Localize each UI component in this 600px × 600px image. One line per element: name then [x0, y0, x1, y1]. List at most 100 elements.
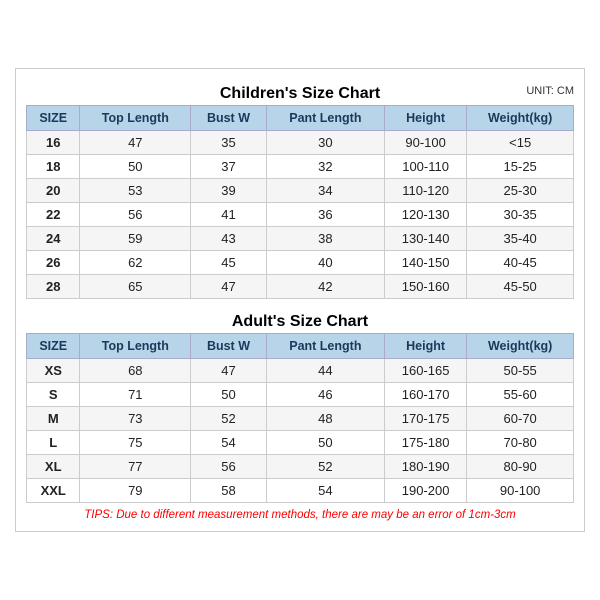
- table-cell: 160-165: [384, 359, 466, 383]
- chart-container: Children's Size Chart UNIT: CM SIZE Top …: [15, 68, 585, 532]
- table-cell: 90-100: [384, 131, 466, 155]
- table-cell: 35: [191, 131, 267, 155]
- table-cell: 54: [266, 479, 384, 503]
- adult-col-bust-w: Bust W: [191, 334, 267, 359]
- table-cell: 47: [191, 359, 267, 383]
- table-cell: 120-130: [384, 203, 466, 227]
- table-cell: 18: [27, 155, 80, 179]
- table-cell: <15: [467, 131, 574, 155]
- table-cell: 39: [191, 179, 267, 203]
- table-cell: 55-60: [467, 383, 574, 407]
- unit-label: UNIT: CM: [526, 85, 574, 97]
- children-size-table: SIZE Top Length Bust W Pant Length Heigh…: [26, 105, 574, 299]
- table-cell: 77: [80, 455, 191, 479]
- table-cell: 190-200: [384, 479, 466, 503]
- table-cell: 75: [80, 431, 191, 455]
- table-cell: 65: [80, 275, 191, 299]
- table-cell: 56: [80, 203, 191, 227]
- children-col-weight: Weight(kg): [467, 106, 574, 131]
- table-row: 18503732100-11015-25: [27, 155, 574, 179]
- table-cell: 41: [191, 203, 267, 227]
- table-row: S715046160-17055-60: [27, 383, 574, 407]
- table-cell: L: [27, 431, 80, 455]
- table-cell: 175-180: [384, 431, 466, 455]
- table-cell: 47: [80, 131, 191, 155]
- table-cell: 150-160: [384, 275, 466, 299]
- table-cell: 43: [191, 227, 267, 251]
- adult-col-height: Height: [384, 334, 466, 359]
- adult-col-weight: Weight(kg): [467, 334, 574, 359]
- table-cell: XL: [27, 455, 80, 479]
- table-cell: 52: [266, 455, 384, 479]
- table-cell: 42: [266, 275, 384, 299]
- children-section-title: Children's Size Chart UNIT: CM: [26, 79, 574, 105]
- table-cell: 79: [80, 479, 191, 503]
- table-cell: 54: [191, 431, 267, 455]
- table-cell: 160-170: [384, 383, 466, 407]
- table-cell: 53: [80, 179, 191, 203]
- table-cell: 110-120: [384, 179, 466, 203]
- table-cell: 40-45: [467, 251, 574, 275]
- table-cell: 36: [266, 203, 384, 227]
- table-cell: XS: [27, 359, 80, 383]
- table-cell: XXL: [27, 479, 80, 503]
- table-row: 22564136120-13030-35: [27, 203, 574, 227]
- table-cell: 68: [80, 359, 191, 383]
- adult-col-top-length: Top Length: [80, 334, 191, 359]
- table-cell: S: [27, 383, 80, 407]
- table-cell: 25-30: [467, 179, 574, 203]
- table-cell: 52: [191, 407, 267, 431]
- table-cell: 73: [80, 407, 191, 431]
- table-cell: 170-175: [384, 407, 466, 431]
- table-cell: 40: [266, 251, 384, 275]
- table-cell: 16: [27, 131, 80, 155]
- table-row: XS684744160-16550-55: [27, 359, 574, 383]
- children-col-height: Height: [384, 106, 466, 131]
- table-cell: 180-190: [384, 455, 466, 479]
- adult-header-row: SIZE Top Length Bust W Pant Length Heigh…: [27, 334, 574, 359]
- table-cell: M: [27, 407, 80, 431]
- table-cell: 50: [80, 155, 191, 179]
- table-cell: 24: [27, 227, 80, 251]
- table-cell: 50-55: [467, 359, 574, 383]
- table-cell: 56: [191, 455, 267, 479]
- table-cell: 50: [266, 431, 384, 455]
- children-title-text: Children's Size Chart: [220, 85, 380, 102]
- table-cell: 34: [266, 179, 384, 203]
- adult-title-text: Adult's Size Chart: [232, 313, 368, 330]
- table-cell: 47: [191, 275, 267, 299]
- table-row: 24594338130-14035-40: [27, 227, 574, 251]
- table-row: XL775652180-19080-90: [27, 455, 574, 479]
- table-cell: 71: [80, 383, 191, 407]
- tips-text: TIPS: Due to different measurement metho…: [26, 509, 574, 521]
- adult-col-pant-length: Pant Length: [266, 334, 384, 359]
- adult-col-size: SIZE: [27, 334, 80, 359]
- table-cell: 20: [27, 179, 80, 203]
- children-col-size: SIZE: [27, 106, 80, 131]
- table-cell: 37: [191, 155, 267, 179]
- table-cell: 28: [27, 275, 80, 299]
- table-cell: 60-70: [467, 407, 574, 431]
- table-cell: 45-50: [467, 275, 574, 299]
- table-cell: 45: [191, 251, 267, 275]
- table-cell: 62: [80, 251, 191, 275]
- table-cell: 58: [191, 479, 267, 503]
- table-cell: 80-90: [467, 455, 574, 479]
- children-col-top-length: Top Length: [80, 106, 191, 131]
- table-cell: 90-100: [467, 479, 574, 503]
- children-header-row: SIZE Top Length Bust W Pant Length Heigh…: [27, 106, 574, 131]
- table-cell: 130-140: [384, 227, 466, 251]
- table-cell: 26: [27, 251, 80, 275]
- table-row: M735248170-17560-70: [27, 407, 574, 431]
- table-cell: 100-110: [384, 155, 466, 179]
- table-cell: 30: [266, 131, 384, 155]
- children-col-bust-w: Bust W: [191, 106, 267, 131]
- table-cell: 15-25: [467, 155, 574, 179]
- table-cell: 59: [80, 227, 191, 251]
- table-cell: 46: [266, 383, 384, 407]
- table-cell: 50: [191, 383, 267, 407]
- table-cell: 30-35: [467, 203, 574, 227]
- adult-size-table: SIZE Top Length Bust W Pant Length Heigh…: [26, 333, 574, 503]
- table-cell: 35-40: [467, 227, 574, 251]
- table-cell: 22: [27, 203, 80, 227]
